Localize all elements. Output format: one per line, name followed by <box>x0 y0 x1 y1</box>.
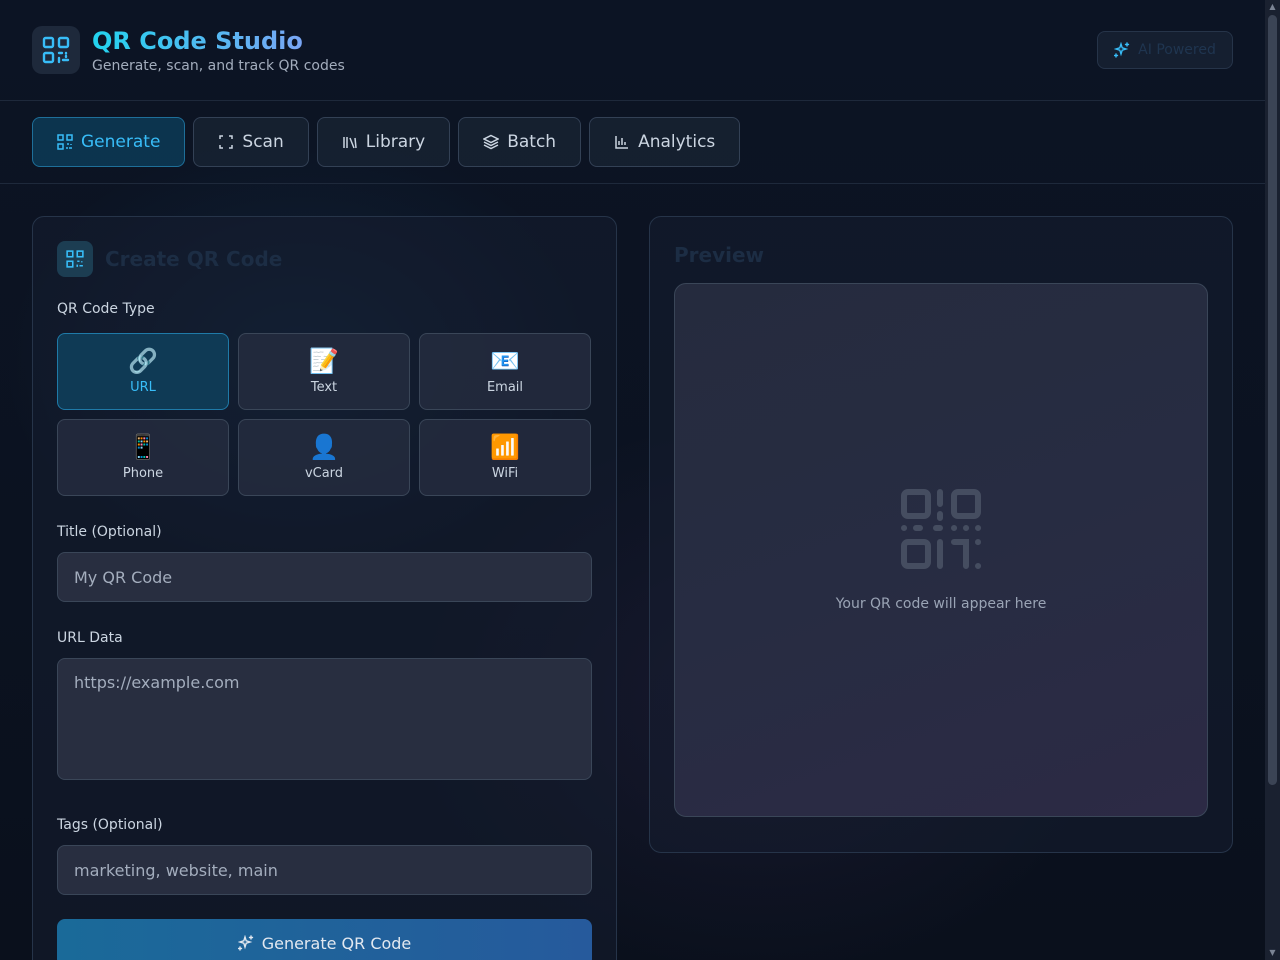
tab-label: Analytics <box>638 132 716 152</box>
generator-panel: Create QR Code QR Code Type 🔗 URL 📝 Text… <box>32 216 617 960</box>
sparkles-icon <box>237 935 253 951</box>
title-input[interactable] <box>57 552 592 602</box>
brand: QR Code Studio Generate, scan, and track… <box>32 26 345 74</box>
sparkles-icon <box>1114 42 1130 58</box>
scroll-up-icon[interactable]: ▲ <box>1268 2 1277 12</box>
library-icon <box>343 137 357 149</box>
tab-bar: Generate Scan Library Batch Analytics <box>0 101 1265 184</box>
qr-icon <box>57 241 93 277</box>
signal-icon: 📶 <box>490 433 520 461</box>
tags-input[interactable] <box>57 845 592 895</box>
tab-label: Library <box>365 132 426 152</box>
type-label: Phone <box>122 466 164 481</box>
type-wifi-button[interactable]: 📶 WiFi <box>419 419 591 496</box>
qr-preview-area: Your QR code will appear here <box>674 283 1208 817</box>
tab-analytics[interactable]: Analytics <box>589 117 741 167</box>
link-icon: 🔗 <box>128 347 158 375</box>
type-label: Email <box>486 380 524 395</box>
qr-type-grid: 🔗 URL 📝 Text 📧 Email 📱 Phone 👤 vCard 📶 W… <box>57 333 592 496</box>
scan-icon <box>219 135 234 149</box>
type-phone-button[interactable]: 📱 Phone <box>57 419 229 496</box>
tab-label: Batch <box>507 132 557 152</box>
generate-qr-button[interactable]: Generate QR Code <box>57 919 592 960</box>
tab-library[interactable]: Library <box>316 117 451 167</box>
type-label: vCard <box>304 466 344 481</box>
type-url-button[interactable]: 🔗 URL <box>57 333 229 410</box>
person-icon: 👤 <box>309 433 339 461</box>
tab-batch[interactable]: Batch <box>458 117 582 167</box>
generate-button-label: Generate QR Code <box>261 933 412 953</box>
phone-icon: 📱 <box>128 433 158 461</box>
preview-title: Preview <box>674 243 765 267</box>
qr-placeholder-icon <box>901 489 982 569</box>
generator-header: Create QR Code <box>57 241 592 277</box>
type-label: Text <box>310 380 338 395</box>
app: QR Code Studio Generate, scan, and track… <box>0 0 1265 960</box>
ai-powered-badge: AI Powered <box>1097 31 1233 69</box>
tab-label: Generate <box>81 132 161 152</box>
preview-panel: Preview Your QR code will appear here <box>649 216 1233 853</box>
title-field-label: Title (Optional) <box>57 524 162 540</box>
url-data-textarea[interactable] <box>57 658 592 780</box>
ai-badge-label: AI Powered <box>1138 42 1216 58</box>
qr-icon <box>57 134 73 150</box>
generator-title: Create QR Code <box>105 247 283 271</box>
tab-label: Scan <box>242 132 284 152</box>
email-icon: 📧 <box>490 347 520 375</box>
type-label: URL <box>130 380 156 395</box>
main-content: Create QR Code QR Code Type 🔗 URL 📝 Text… <box>0 184 1265 960</box>
app-title: QR Code Studio <box>92 26 345 56</box>
type-text-button[interactable]: 📝 Text <box>238 333 410 410</box>
memo-icon: 📝 <box>309 347 339 375</box>
app-subtitle: Generate, scan, and track QR codes <box>92 58 345 74</box>
chart-icon <box>615 136 629 149</box>
tags-field-label: Tags (Optional) <box>57 817 163 833</box>
preview-empty-text: Your QR code will appear here <box>835 596 1047 612</box>
tab-scan[interactable]: Scan <box>193 117 309 167</box>
page-scrollbar[interactable]: ▲ ▼ <box>1265 0 1280 960</box>
tab-generate[interactable]: Generate <box>32 117 186 167</box>
type-email-button[interactable]: 📧 Email <box>419 333 591 410</box>
scroll-down-icon[interactable]: ▼ <box>1268 948 1277 958</box>
scroll-thumb[interactable] <box>1268 15 1277 785</box>
app-header: QR Code Studio Generate, scan, and track… <box>0 0 1265 101</box>
qr-logo-icon <box>32 26 80 74</box>
type-label: WiFi <box>491 466 519 481</box>
type-vcard-button[interactable]: 👤 vCard <box>238 419 410 496</box>
layers-icon <box>483 134 500 150</box>
qr-type-label: QR Code Type <box>57 301 155 317</box>
data-field-label: URL Data <box>57 630 123 646</box>
